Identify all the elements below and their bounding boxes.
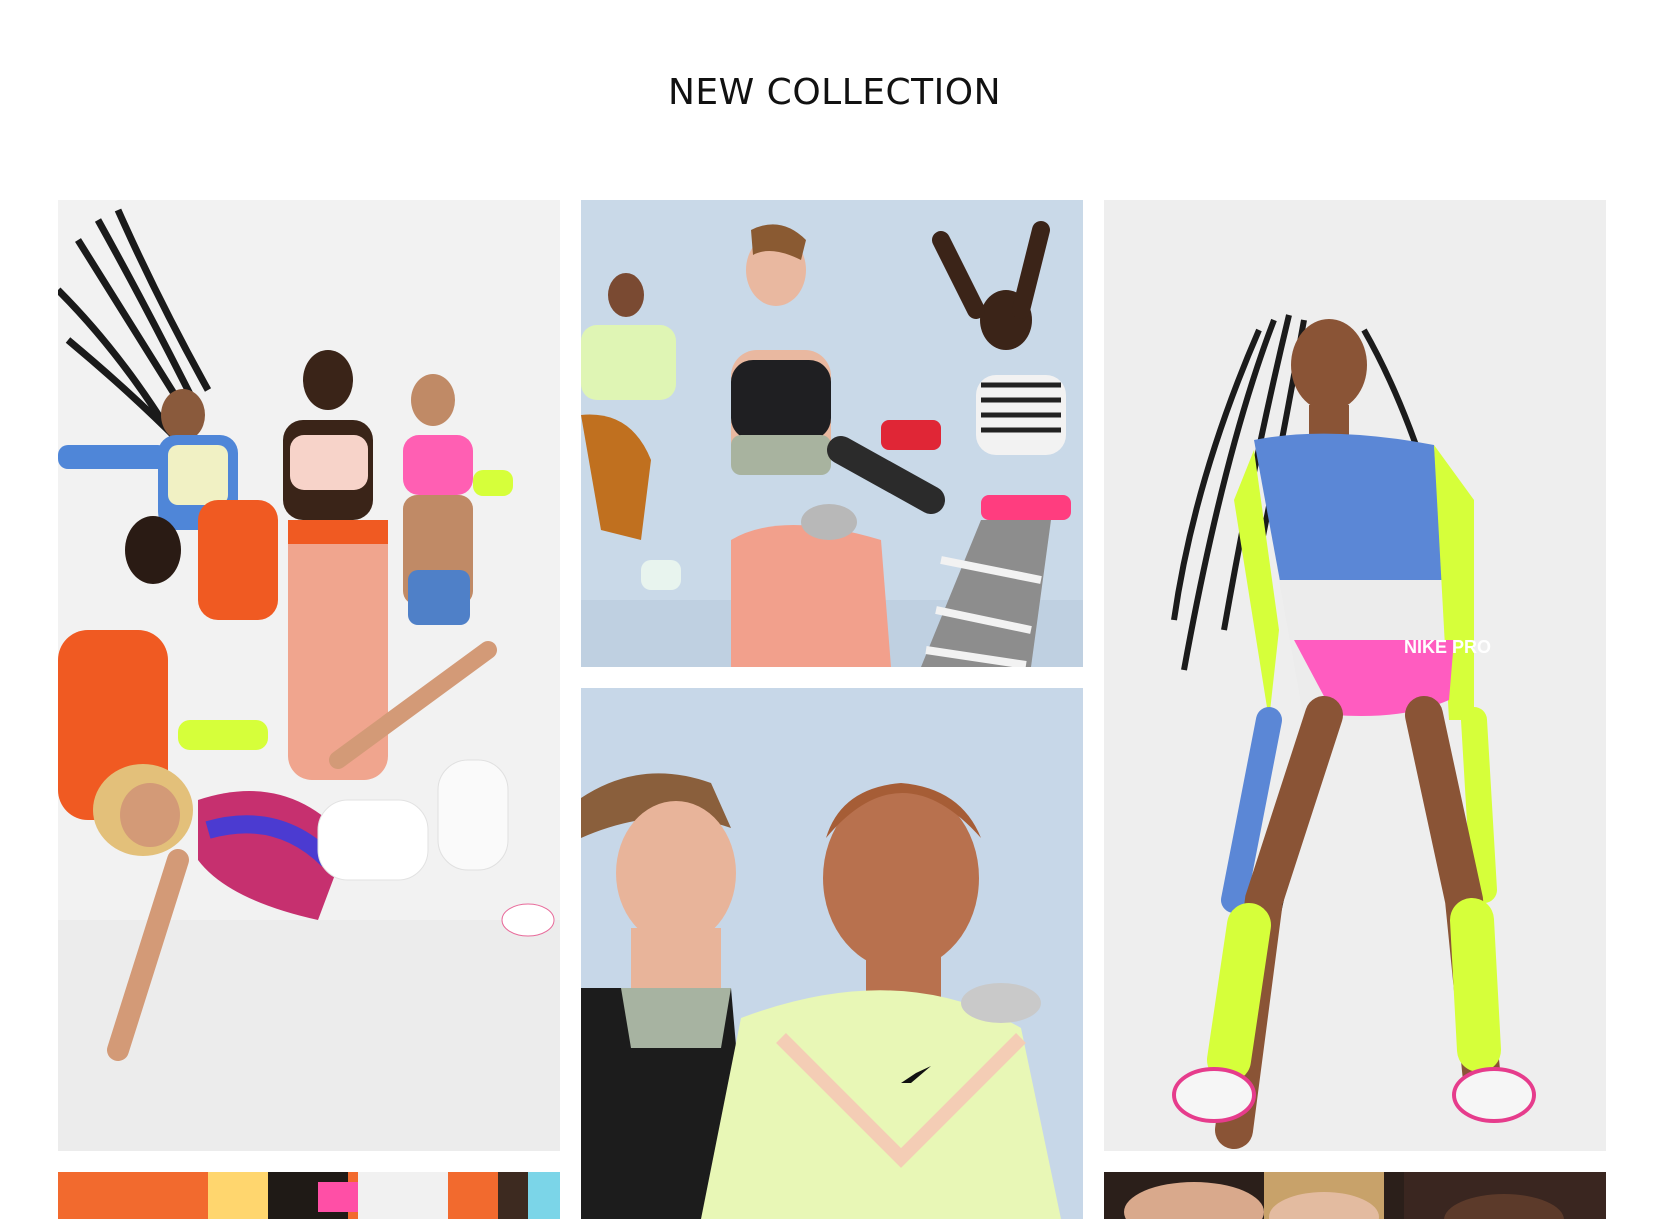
- photo-icon: [581, 688, 1083, 1219]
- photo-icon: NIKE PRO: [1104, 200, 1606, 1151]
- bodysuit-print-text: NIKE PRO: [1404, 637, 1491, 657]
- collection-photo-portraits-partial[interactable]: [1104, 1172, 1606, 1219]
- photo-icon: [58, 1172, 560, 1219]
- photo-icon: [1104, 1172, 1606, 1219]
- collection-photo-orange-outfit[interactable]: [58, 1172, 560, 1219]
- page-title: NEW COLLECTION: [667, 72, 1002, 113]
- collection-photo-portrait-duo[interactable]: [581, 688, 1083, 1219]
- photo-icon: [581, 200, 1083, 667]
- photo-icon: [58, 200, 560, 1151]
- collection-photo-three-athletes[interactable]: [581, 200, 1083, 667]
- collection-photo-solo-bodysuit[interactable]: NIKE PRO: [1104, 200, 1606, 1151]
- collection-photo-group-dance[interactable]: [58, 200, 560, 1151]
